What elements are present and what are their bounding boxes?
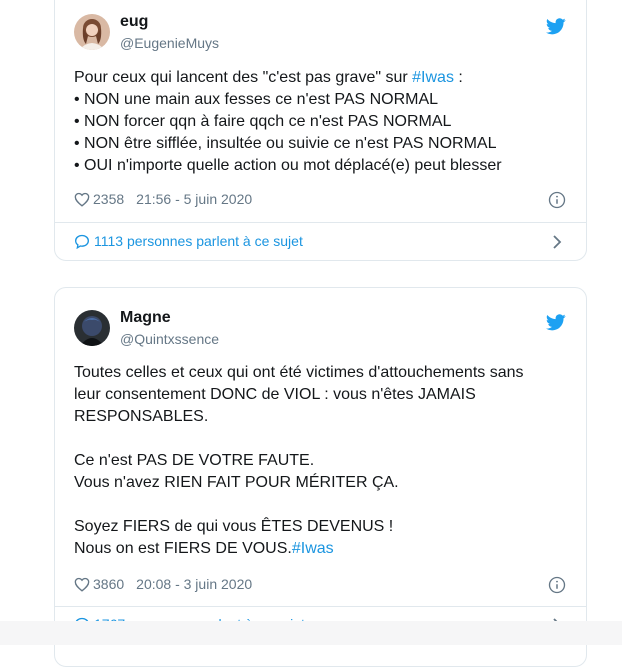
tweet-text-line: leur consentement DONC de VIOL : vous n'… — [74, 386, 476, 403]
tweet-text-line: • NON forcer qqn à faire qqch ce n'est P… — [74, 113, 452, 130]
tweet-card[interactable]: eug @EugenieMuys Pour ceux qui lancent d… — [54, 0, 587, 261]
heart-icon[interactable] — [74, 577, 90, 592]
heart-icon[interactable] — [74, 192, 90, 207]
tweet-text-line: • NON être sifflée, insultée ou suivie c… — [74, 135, 497, 152]
tweet-text-line: • NON une main aux fesses ce n'est PAS N… — [74, 91, 439, 108]
author-handle[interactable]: @Quintxssence — [120, 331, 219, 347]
tweet-timestamp[interactable]: 21:56 - 5 juin 2020 — [136, 191, 252, 207]
bottom-overlay — [0, 621, 622, 645]
like-count[interactable]: 3860 — [93, 576, 124, 592]
like-count[interactable]: 2358 — [93, 191, 124, 207]
hashtag-link[interactable]: #Iwas — [292, 540, 334, 557]
tweet-meta: 2358 21:56 - 5 juin 2020 — [74, 191, 252, 207]
author-name[interactable]: Magne — [120, 309, 171, 327]
speech-bubble-icon — [74, 234, 90, 249]
tweet-text-line: Pour ceux qui lancent des "c'est pas gra… — [74, 69, 463, 86]
divider — [55, 606, 586, 607]
twitter-bird-icon[interactable] — [546, 18, 566, 35]
avatar[interactable] — [74, 14, 110, 50]
avatar[interactable] — [74, 310, 110, 346]
tweet-text-line — [74, 494, 566, 516]
tweet-text-line: • OUI n'importe quelle action ou mot dép… — [74, 157, 502, 174]
tweet-card[interactable]: Magne @Quintxssence Toutes celles et ceu… — [54, 287, 587, 667]
tweet-text-line: Vous n'avez RIEN FAIT POUR MÉRITER ÇA. — [74, 474, 399, 491]
tweet-text-line: Ce n'est PAS DE VOTRE FAUTE. — [74, 452, 315, 469]
author-name[interactable]: eug — [120, 13, 148, 31]
tweet-timestamp[interactable]: 20:08 - 3 juin 2020 — [136, 576, 252, 592]
hashtag-link[interactable]: #Iwas — [412, 69, 454, 86]
info-icon[interactable] — [548, 576, 566, 594]
info-icon[interactable] — [548, 191, 566, 209]
tweet-text-line — [74, 428, 566, 450]
tweet-text-line: Toutes celles et ceux qui ont été victim… — [74, 364, 524, 381]
author-handle[interactable]: @EugenieMuys — [120, 35, 219, 51]
tweet-text-line: Soyez FIERS de qui vous ÊTES DEVENUS ! — [74, 518, 394, 535]
tweet-text: Pour ceux qui lancent des "c'est pas gra… — [74, 67, 566, 177]
tweet-text: Toutes celles et ceux qui ont été victim… — [74, 362, 566, 560]
chevron-right-icon[interactable] — [552, 235, 562, 249]
divider — [55, 222, 586, 223]
conversation-label[interactable]: 1113 personnes parlent à ce sujet — [94, 233, 303, 249]
tweet-text-line: RESPONSABLES. — [74, 408, 209, 425]
tweet-meta: 3860 20:08 - 3 juin 2020 — [74, 576, 252, 592]
conversation-link[interactable]: 1113 personnes parlent à ce sujet — [74, 233, 303, 249]
twitter-bird-icon[interactable] — [546, 314, 566, 331]
tweet-text-line: Nous on est FIERS DE VOUS.#Iwas — [74, 540, 334, 557]
